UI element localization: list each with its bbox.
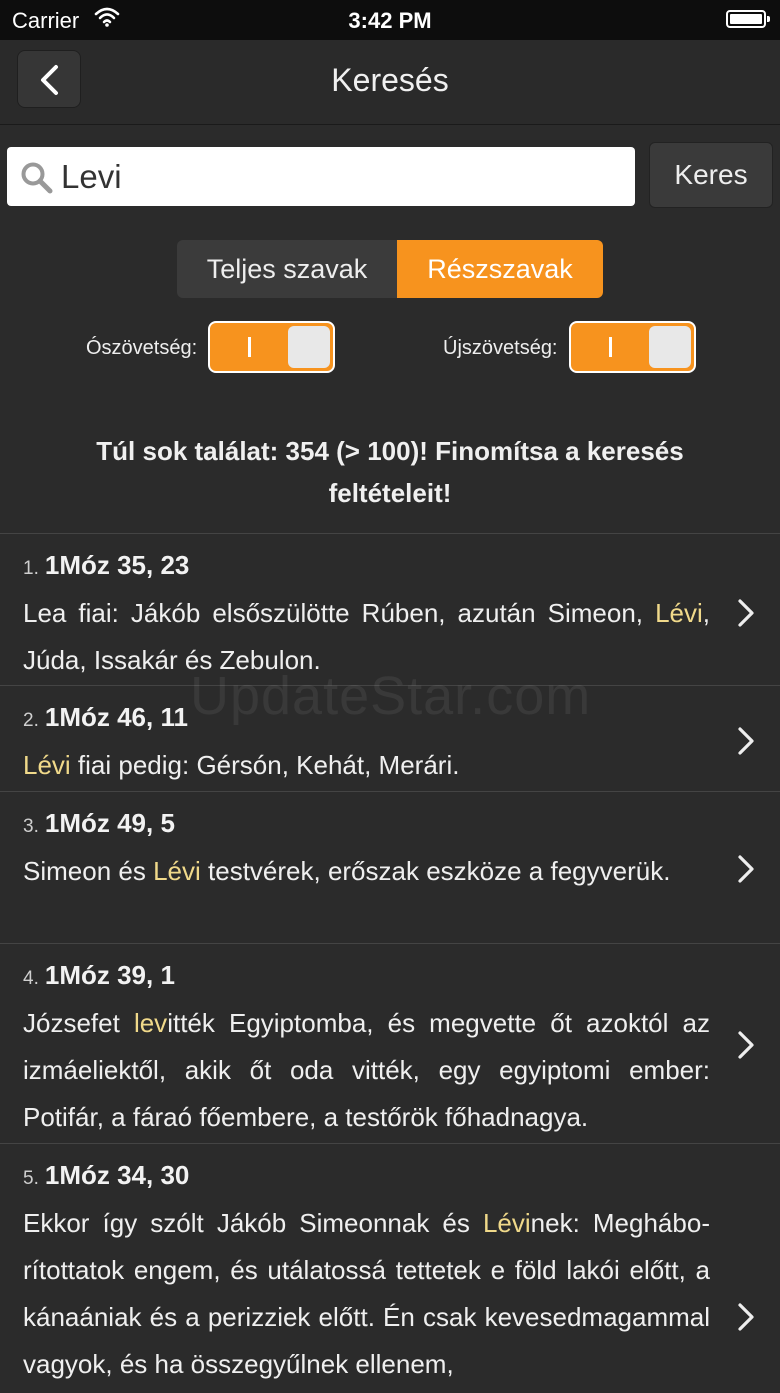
result-number: 4. [23,968,39,989]
chevron-right-icon [738,599,754,627]
new-testament-toggle[interactable] [569,321,696,373]
search-mode-segmented-control: Teljes szavak Részszavak [177,240,603,298]
clock: 3:42 PM [348,8,432,33]
toggle-knob [649,326,691,368]
result-ref-text: 1Móz 46, 11 [44,702,188,732]
result-text-part: testvérek, erőszak eszköze a fegyverük. [200,856,671,886]
result-reference: 3. 1Móz 49, 5 [23,804,710,842]
segment-whole-words[interactable]: Teljes szavak [177,240,397,298]
result-text-part: Simeon és [23,856,154,886]
result-number: 5. [23,1168,39,1189]
result-highlight: Lévi [23,750,71,780]
result-ref-text: 1Móz 49, 5 [44,808,175,838]
result-reference: 5. 1Móz 34, 30 [23,1156,710,1194]
result-ref-text: 1Móz 35, 23 [44,550,190,580]
toggle-on-mark [248,337,251,357]
search-button[interactable]: Keres [649,142,773,208]
chevron-right-icon [738,855,754,883]
chevron-right-icon [738,1031,754,1059]
result-reference: 4. 1Móz 39, 1 [23,956,710,994]
result-number: 1. [23,558,39,579]
result-row[interactable]: 1. 1Móz 35, 23 Lea fiai: Jákób elsőszülöt… [0,533,780,685]
too-many-results-warning: Túl sok találat: 354 (> 100)! Finomítsa … [96,436,684,508]
search-box[interactable] [7,147,635,206]
result-row[interactable]: 4. 1Móz 39, 1 Józsefet levitték Egyiptomb… [0,943,780,1143]
result-reference: 1. 1Móz 35, 23 [23,546,710,584]
result-text: Lévi fiai pedig: Gérsón, Kehát, Merári. [23,742,710,789]
search-icon [21,162,53,194]
toggle-knob [288,326,330,368]
chevron-right-icon [738,1303,754,1331]
chevron-right-icon [738,727,754,755]
result-highlight: Lévi [153,856,201,886]
result-highlight: Lévi [482,1208,531,1238]
result-text-part: Ekkor így szólt Jákób Simeonnak és [23,1208,483,1238]
result-text-part: fiai pedig: Gérsón, Kehát, Merári. [70,750,460,780]
result-ref-text: 1Móz 34, 30 [44,1160,190,1190]
search-input[interactable] [61,147,621,206]
result-text: Józsefet levitték Egyiptomba, és megvett… [23,1000,710,1141]
segment-partial-words[interactable]: Részszavak [397,240,603,298]
result-row[interactable]: 5. 1Móz 34, 30 Ekkor így szólt Jákób Sime… [0,1143,780,1393]
watermark: UpdateStar.com [190,666,592,726]
result-row[interactable]: 3. 1Móz 49, 5 Simeon és Lévi testvérek, e… [0,791,780,943]
page-title: Keresés [331,62,449,98]
status-bar: Carrier 3:42 PM [0,0,780,40]
result-text: Simeon és Lévi testvérek, erőszak eszköz… [23,848,710,895]
result-number: 3. [23,816,39,837]
results-list: 1. 1Móz 35, 23 Lea fiai: Jákób elsőszülöt… [0,533,780,1393]
toggle-on-mark [609,337,612,357]
new-testament-label: Újszövetség: [443,337,558,359]
old-testament-toggle[interactable] [208,321,335,373]
result-ref-text: 1Móz 39, 1 [44,960,175,990]
result-text: Ekkor így szólt Jákób Simeonnak és Lévin… [23,1200,710,1388]
battery-icon [726,10,770,28]
result-highlight: lev [133,1008,168,1038]
result-text-part: Józsefet [23,1008,134,1038]
old-testament-label: Ószövetség: [86,337,198,359]
result-text-part: Lea fiai: Jákób elsőszülötte Rúben, azut… [23,598,656,628]
nav-bar: Keresés [0,40,780,125]
result-highlight: Lévi [655,598,703,628]
result-number: 2. [23,710,39,731]
